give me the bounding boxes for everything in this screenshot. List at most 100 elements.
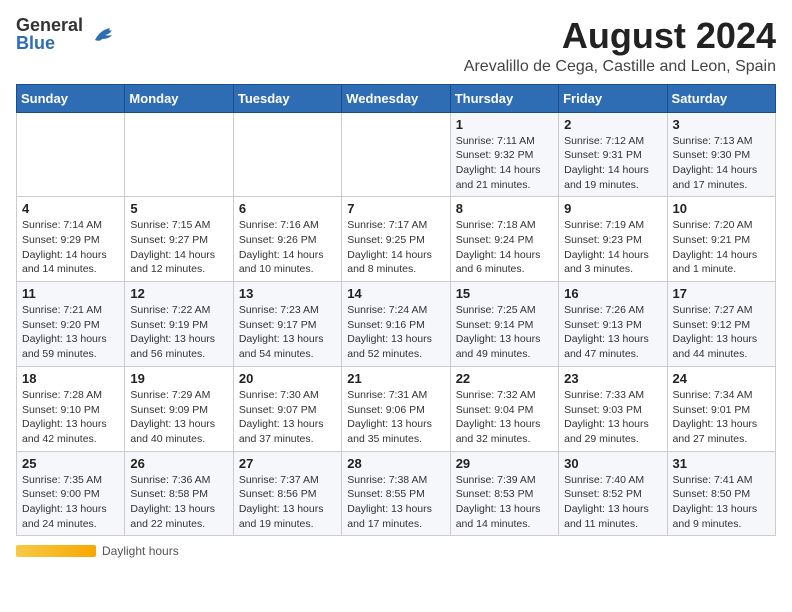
- day-info: Sunrise: 7:27 AM Sunset: 9:12 PM Dayligh…: [673, 303, 770, 362]
- day-info: Sunrise: 7:37 AM Sunset: 8:56 PM Dayligh…: [239, 473, 336, 532]
- day-number: 12: [130, 286, 227, 301]
- calendar-week-4: 18Sunrise: 7:28 AM Sunset: 9:10 PM Dayli…: [17, 366, 776, 451]
- logo-general: General: [16, 16, 83, 34]
- day-info: Sunrise: 7:29 AM Sunset: 9:09 PM Dayligh…: [130, 388, 227, 447]
- calendar-table: SundayMondayTuesdayWednesdayThursdayFrid…: [16, 84, 776, 537]
- calendar-cell: 10 Sunrise: 7:20 AM Sunset: 9:21 PM Dayli…: [667, 197, 775, 282]
- day-info: Sunrise: 7:11 AM Sunset: 9:32 PM Dayligh…: [456, 134, 553, 193]
- day-info: Sunrise: 7:33 AM Sunset: 9:03 PM Dayligh…: [564, 388, 661, 447]
- day-number: 5: [130, 201, 227, 216]
- calendar-cell: 9 Sunrise: 7:19 AM Sunset: 9:23 PM Daylig…: [559, 197, 667, 282]
- day-info: Sunrise: 7:14 AM Sunset: 9:29 PM Dayligh…: [22, 218, 119, 277]
- day-info: Sunrise: 7:22 AM Sunset: 9:19 PM Dayligh…: [130, 303, 227, 362]
- day-number: 2: [564, 117, 661, 132]
- page-title: August 2024: [464, 16, 776, 56]
- calendar-cell: 19 Sunrise: 7:29 AM Sunset: 9:09 PM Dayli…: [125, 366, 233, 451]
- day-number: 1: [456, 117, 553, 132]
- logo: General Blue: [16, 16, 120, 52]
- calendar-cell: [342, 112, 450, 197]
- day-number: 30: [564, 456, 661, 471]
- day-number: 26: [130, 456, 227, 471]
- calendar-cell: 22 Sunrise: 7:32 AM Sunset: 9:04 PM Dayli…: [450, 366, 558, 451]
- calendar-cell: 27 Sunrise: 7:37 AM Sunset: 8:56 PM Dayli…: [233, 451, 341, 536]
- calendar-cell: 30Sunrise: 7:40 AM Sunset: 8:52 PM Dayli…: [559, 451, 667, 536]
- day-number: 9: [564, 201, 661, 216]
- day-number: 25: [22, 456, 119, 471]
- day-info: Sunrise: 7:25 AM Sunset: 9:14 PM Dayligh…: [456, 303, 553, 362]
- day-number: 8: [456, 201, 553, 216]
- calendar-cell: 14Sunrise: 7:24 AM Sunset: 9:16 PM Dayli…: [342, 282, 450, 367]
- day-info: Sunrise: 7:19 AM Sunset: 9:23 PM Dayligh…: [564, 218, 661, 277]
- day-number: 13: [239, 286, 336, 301]
- calendar-header-wednesday: Wednesday: [342, 84, 450, 112]
- day-number: 16: [564, 286, 661, 301]
- page-subtitle: Arevalillo de Cega, Castille and Leon, S…: [464, 58, 776, 76]
- calendar-cell: 13 Sunrise: 7:23 AM Sunset: 9:17 PM Dayli…: [233, 282, 341, 367]
- day-info: Sunrise: 7:26 AM Sunset: 9:13 PM Dayligh…: [564, 303, 661, 362]
- title-area: August 2024 Arevalillo de Cega, Castille…: [464, 16, 776, 76]
- day-number: 6: [239, 201, 336, 216]
- day-info: Sunrise: 7:18 AM Sunset: 9:24 PM Dayligh…: [456, 218, 553, 277]
- day-number: 28: [347, 456, 444, 471]
- calendar-week-3: 11Sunrise: 7:21 AM Sunset: 9:20 PM Dayli…: [17, 282, 776, 367]
- day-number: 19: [130, 371, 227, 386]
- daylight-bar-icon: [16, 545, 96, 557]
- day-number: 15: [456, 286, 553, 301]
- calendar-cell: 28 Sunrise: 7:38 AM Sunset: 8:55 PM Dayli…: [342, 451, 450, 536]
- day-number: 23: [564, 371, 661, 386]
- calendar-cell: 5 Sunrise: 7:15 AM Sunset: 9:27 PM Daylig…: [125, 197, 233, 282]
- calendar-cell: 12 Sunrise: 7:22 AM Sunset: 9:19 PM Dayli…: [125, 282, 233, 367]
- day-info: Sunrise: 7:23 AM Sunset: 9:17 PM Dayligh…: [239, 303, 336, 362]
- day-info: Sunrise: 7:41 AM Sunset: 8:50 PM Dayligh…: [673, 473, 770, 532]
- calendar-header-monday: Monday: [125, 84, 233, 112]
- header: General Blue August 2024 Arevalillo de C…: [16, 16, 776, 76]
- day-info: Sunrise: 7:39 AM Sunset: 8:53 PM Dayligh…: [456, 473, 553, 532]
- day-number: 11: [22, 286, 119, 301]
- calendar-cell: 29 Sunrise: 7:39 AM Sunset: 8:53 PM Dayli…: [450, 451, 558, 536]
- calendar-cell: 3Sunrise: 7:13 AM Sunset: 9:30 PM Daylig…: [667, 112, 775, 197]
- day-info: Sunrise: 7:32 AM Sunset: 9:04 PM Dayligh…: [456, 388, 553, 447]
- calendar-cell: 18Sunrise: 7:28 AM Sunset: 9:10 PM Dayli…: [17, 366, 125, 451]
- day-info: Sunrise: 7:36 AM Sunset: 8:58 PM Dayligh…: [130, 473, 227, 532]
- day-info: Sunrise: 7:38 AM Sunset: 8:55 PM Dayligh…: [347, 473, 444, 532]
- calendar-cell: 23 Sunrise: 7:33 AM Sunset: 9:03 PM Dayli…: [559, 366, 667, 451]
- day-number: 22: [456, 371, 553, 386]
- day-info: Sunrise: 7:12 AM Sunset: 9:31 PM Dayligh…: [564, 134, 661, 193]
- day-info: Sunrise: 7:13 AM Sunset: 9:30 PM Dayligh…: [673, 134, 770, 193]
- day-number: 24: [673, 371, 770, 386]
- day-info: Sunrise: 7:15 AM Sunset: 9:27 PM Dayligh…: [130, 218, 227, 277]
- day-info: Sunrise: 7:28 AM Sunset: 9:10 PM Dayligh…: [22, 388, 119, 447]
- day-info: Sunrise: 7:34 AM Sunset: 9:01 PM Dayligh…: [673, 388, 770, 447]
- day-number: 29: [456, 456, 553, 471]
- calendar-week-2: 4 Sunrise: 7:14 AM Sunset: 9:29 PM Daylig…: [17, 197, 776, 282]
- calendar-week-1: 1 Sunrise: 7:11 AM Sunset: 9:32 PM Daylig…: [17, 112, 776, 197]
- day-info: Sunrise: 7:35 AM Sunset: 9:00 PM Dayligh…: [22, 473, 119, 532]
- day-number: 10: [673, 201, 770, 216]
- day-number: 7: [347, 201, 444, 216]
- day-info: Sunrise: 7:20 AM Sunset: 9:21 PM Dayligh…: [673, 218, 770, 277]
- calendar-cell: 4 Sunrise: 7:14 AM Sunset: 9:29 PM Daylig…: [17, 197, 125, 282]
- calendar-cell: 25 Sunrise: 7:35 AM Sunset: 9:00 PM Dayli…: [17, 451, 125, 536]
- calendar-cell: 16 Sunrise: 7:26 AM Sunset: 9:13 PM Dayli…: [559, 282, 667, 367]
- day-number: 27: [239, 456, 336, 471]
- day-info: Sunrise: 7:24 AM Sunset: 9:16 PM Dayligh…: [347, 303, 444, 362]
- calendar-cell: 2 Sunrise: 7:12 AM Sunset: 9:31 PM Daylig…: [559, 112, 667, 197]
- calendar-cell: 11Sunrise: 7:21 AM Sunset: 9:20 PM Dayli…: [17, 282, 125, 367]
- day-number: 17: [673, 286, 770, 301]
- day-info: Sunrise: 7:30 AM Sunset: 9:07 PM Dayligh…: [239, 388, 336, 447]
- day-number: 31: [673, 456, 770, 471]
- daylight-label: Daylight hours: [102, 544, 179, 558]
- calendar-cell: 24 Sunrise: 7:34 AM Sunset: 9:01 PM Dayli…: [667, 366, 775, 451]
- day-info: Sunrise: 7:17 AM Sunset: 9:25 PM Dayligh…: [347, 218, 444, 277]
- calendar-header-thursday: Thursday: [450, 84, 558, 112]
- calendar-cell: 7 Sunrise: 7:17 AM Sunset: 9:25 PM Daylig…: [342, 197, 450, 282]
- calendar-cell: 20Sunrise: 7:30 AM Sunset: 9:07 PM Dayli…: [233, 366, 341, 451]
- day-number: 21: [347, 371, 444, 386]
- calendar-cell: 26 Sunrise: 7:36 AM Sunset: 8:58 PM Dayli…: [125, 451, 233, 536]
- calendar-cell: 6Sunrise: 7:16 AM Sunset: 9:26 PM Daylig…: [233, 197, 341, 282]
- calendar-week-5: 25 Sunrise: 7:35 AM Sunset: 9:00 PM Dayli…: [17, 451, 776, 536]
- footer: Daylight hours: [16, 544, 776, 558]
- day-number: 4: [22, 201, 119, 216]
- calendar-cell: 17 Sunrise: 7:27 AM Sunset: 9:12 PM Dayli…: [667, 282, 775, 367]
- calendar-header-row: SundayMondayTuesdayWednesdayThursdayFrid…: [17, 84, 776, 112]
